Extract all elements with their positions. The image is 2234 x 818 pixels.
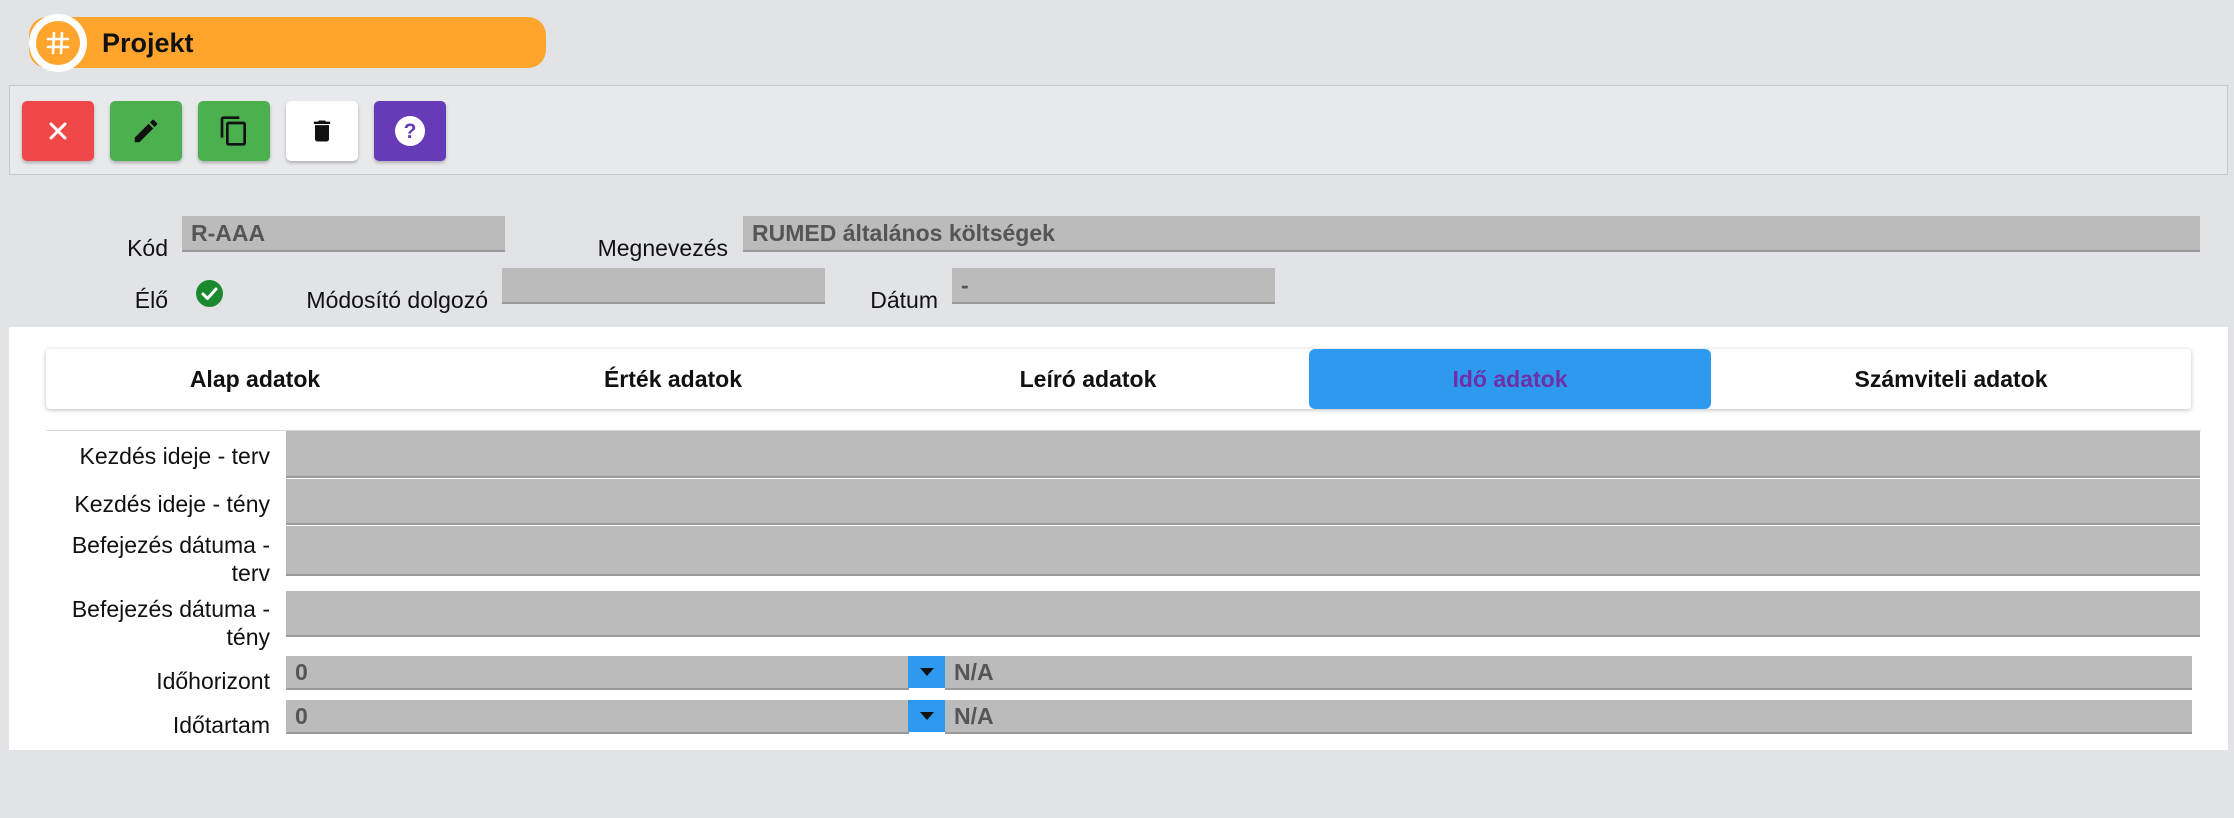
kezdes-terv-label: Kezdés ideje - terv	[79, 443, 270, 469]
tab-alap-adatok[interactable]: Alap adatok	[46, 349, 464, 409]
copy-button[interactable]	[198, 101, 270, 161]
elo-check-icon[interactable]	[195, 279, 224, 308]
megnevezes-label: Megnevezés	[597, 235, 728, 261]
tab-szamviteli-adatok[interactable]: Számviteli adatok	[1711, 349, 2191, 409]
toolbar: ?	[9, 85, 2228, 175]
title-badge	[29, 14, 87, 72]
idohorizont-label: Időhorizont	[156, 668, 270, 694]
idotartam-label: Időtartam	[172, 712, 270, 738]
idohorizont-unit: N/A	[945, 656, 2192, 690]
tab-bar: Alap adatok Érték adatok Leíró adatok Id…	[46, 349, 2191, 409]
trash-icon	[313, 120, 331, 142]
datum-label: Dátum	[870, 287, 938, 313]
edit-button[interactable]	[110, 101, 182, 161]
kezdes-teny-field[interactable]	[286, 479, 2200, 525]
delete-button[interactable]	[286, 101, 358, 161]
modosito-label: Módosító dolgozó	[306, 287, 488, 313]
help-button[interactable]: ?	[374, 101, 446, 161]
kod-label: Kód	[127, 235, 168, 261]
kezdes-teny-label: Kezdés ideje - tény	[74, 491, 270, 517]
modosito-field[interactable]	[502, 268, 825, 304]
hash-icon	[46, 31, 70, 55]
page-title: Projekt	[102, 28, 194, 58]
elo-label: Élő	[134, 287, 168, 313]
befejezes-terv-label: Befejezés dátuma - terv	[71, 532, 270, 586]
kod-field[interactable]: R-AAA	[182, 216, 505, 252]
chevron-down-icon	[919, 712, 934, 720]
idohorizont-select[interactable]: 0	[286, 656, 909, 690]
svg-text:?: ?	[404, 120, 417, 143]
datum-field[interactable]: -	[952, 268, 1275, 304]
chevron-down-icon	[919, 668, 934, 676]
tab-ido-adatok[interactable]: Idő adatok	[1309, 349, 1711, 409]
idotartam-dropdown-button[interactable]	[908, 700, 945, 732]
pencil-icon	[134, 119, 158, 143]
idotartam-unit: N/A	[945, 700, 2192, 734]
tab-leiro-adatok[interactable]: Leíró adatok	[882, 349, 1294, 409]
idohorizont-dropdown-button[interactable]	[908, 656, 945, 688]
tab-ertek-adatok[interactable]: Érték adatok	[464, 349, 882, 409]
close-button[interactable]	[22, 101, 94, 161]
help-icon: ?	[395, 116, 425, 146]
befejezes-terv-field[interactable]	[286, 526, 2200, 576]
close-icon	[49, 122, 67, 140]
befejezes-teny-field[interactable]	[286, 591, 2200, 637]
copy-icon	[220, 116, 246, 146]
kezdes-terv-field[interactable]	[286, 431, 2200, 478]
befejezes-teny-label: Befejezés dátuma - tény	[71, 596, 270, 650]
idotartam-select[interactable]: 0	[286, 700, 909, 734]
megnevezes-field[interactable]: RUMED általános költségek	[743, 216, 2200, 252]
